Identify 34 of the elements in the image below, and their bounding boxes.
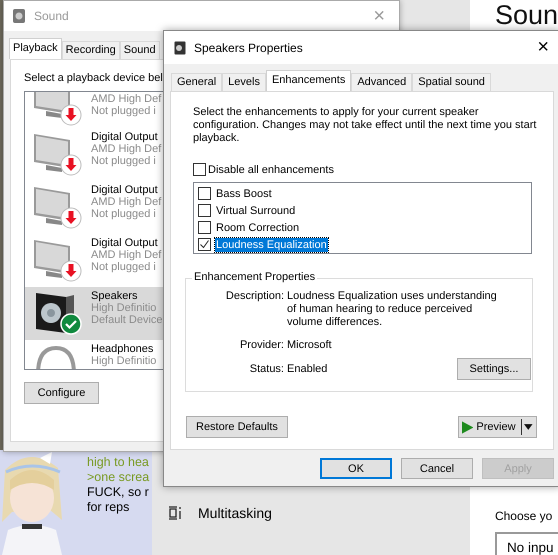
window-title: Speakers Properties <box>194 40 304 54</box>
post-text-line: >one screa <box>87 470 150 485</box>
prompt-label: Choose yo <box>494 509 552 523</box>
device-name: Digital Output <box>91 131 159 143</box>
device-detail: Not plugged i <box>91 155 157 167</box>
device-detail: Not plugged i <box>91 208 157 220</box>
post-text-line: for reps <box>87 500 130 515</box>
device-name: Speakers <box>91 290 138 302</box>
device-name: Digital Output <box>91 237 159 249</box>
property-value: Microsoft <box>287 339 333 352</box>
page-title: Soun <box>494 1 558 29</box>
device-detail: AMD High Def <box>91 196 162 208</box>
property-label: Description: <box>224 290 284 303</box>
instruction-text: Select a playback device bel <box>24 72 163 84</box>
device-detail: AMD High Def <box>91 249 162 261</box>
intro-text: Select the enhancements to apply for your current speaker configuration. Changes may not take effect until the next time you start playback. <box>193 106 538 145</box>
device-detail: AMD High Def <box>91 143 162 155</box>
property-label: Provider: <box>238 339 284 352</box>
post-text-line: FUCK, so r <box>87 485 150 500</box>
device-detail: Not plugged i <box>91 261 157 273</box>
device-name: Headphones <box>91 343 154 355</box>
group-title: Enhancement Properties <box>192 271 318 283</box>
device-detail: High Definitio <box>91 302 158 314</box>
device-detail: High Definitio <box>91 355 156 367</box>
window-title: Sound <box>34 9 70 23</box>
checkbox-label: Disable all enhancements <box>208 164 334 176</box>
post-text-line: high to hea <box>87 455 150 470</box>
device-detail: Not plugged i <box>91 105 157 117</box>
device-name: Digital Output <box>91 184 159 196</box>
device-detail: AMD High Def <box>91 93 162 105</box>
device-detail: Default Device <box>91 314 163 326</box>
property-value: Enabled <box>287 362 328 376</box>
property-label: Status: <box>248 362 284 376</box>
property-value: Loudness Equalization uses understanding of human hearing to reduce perceived volume differences. <box>287 290 498 329</box>
